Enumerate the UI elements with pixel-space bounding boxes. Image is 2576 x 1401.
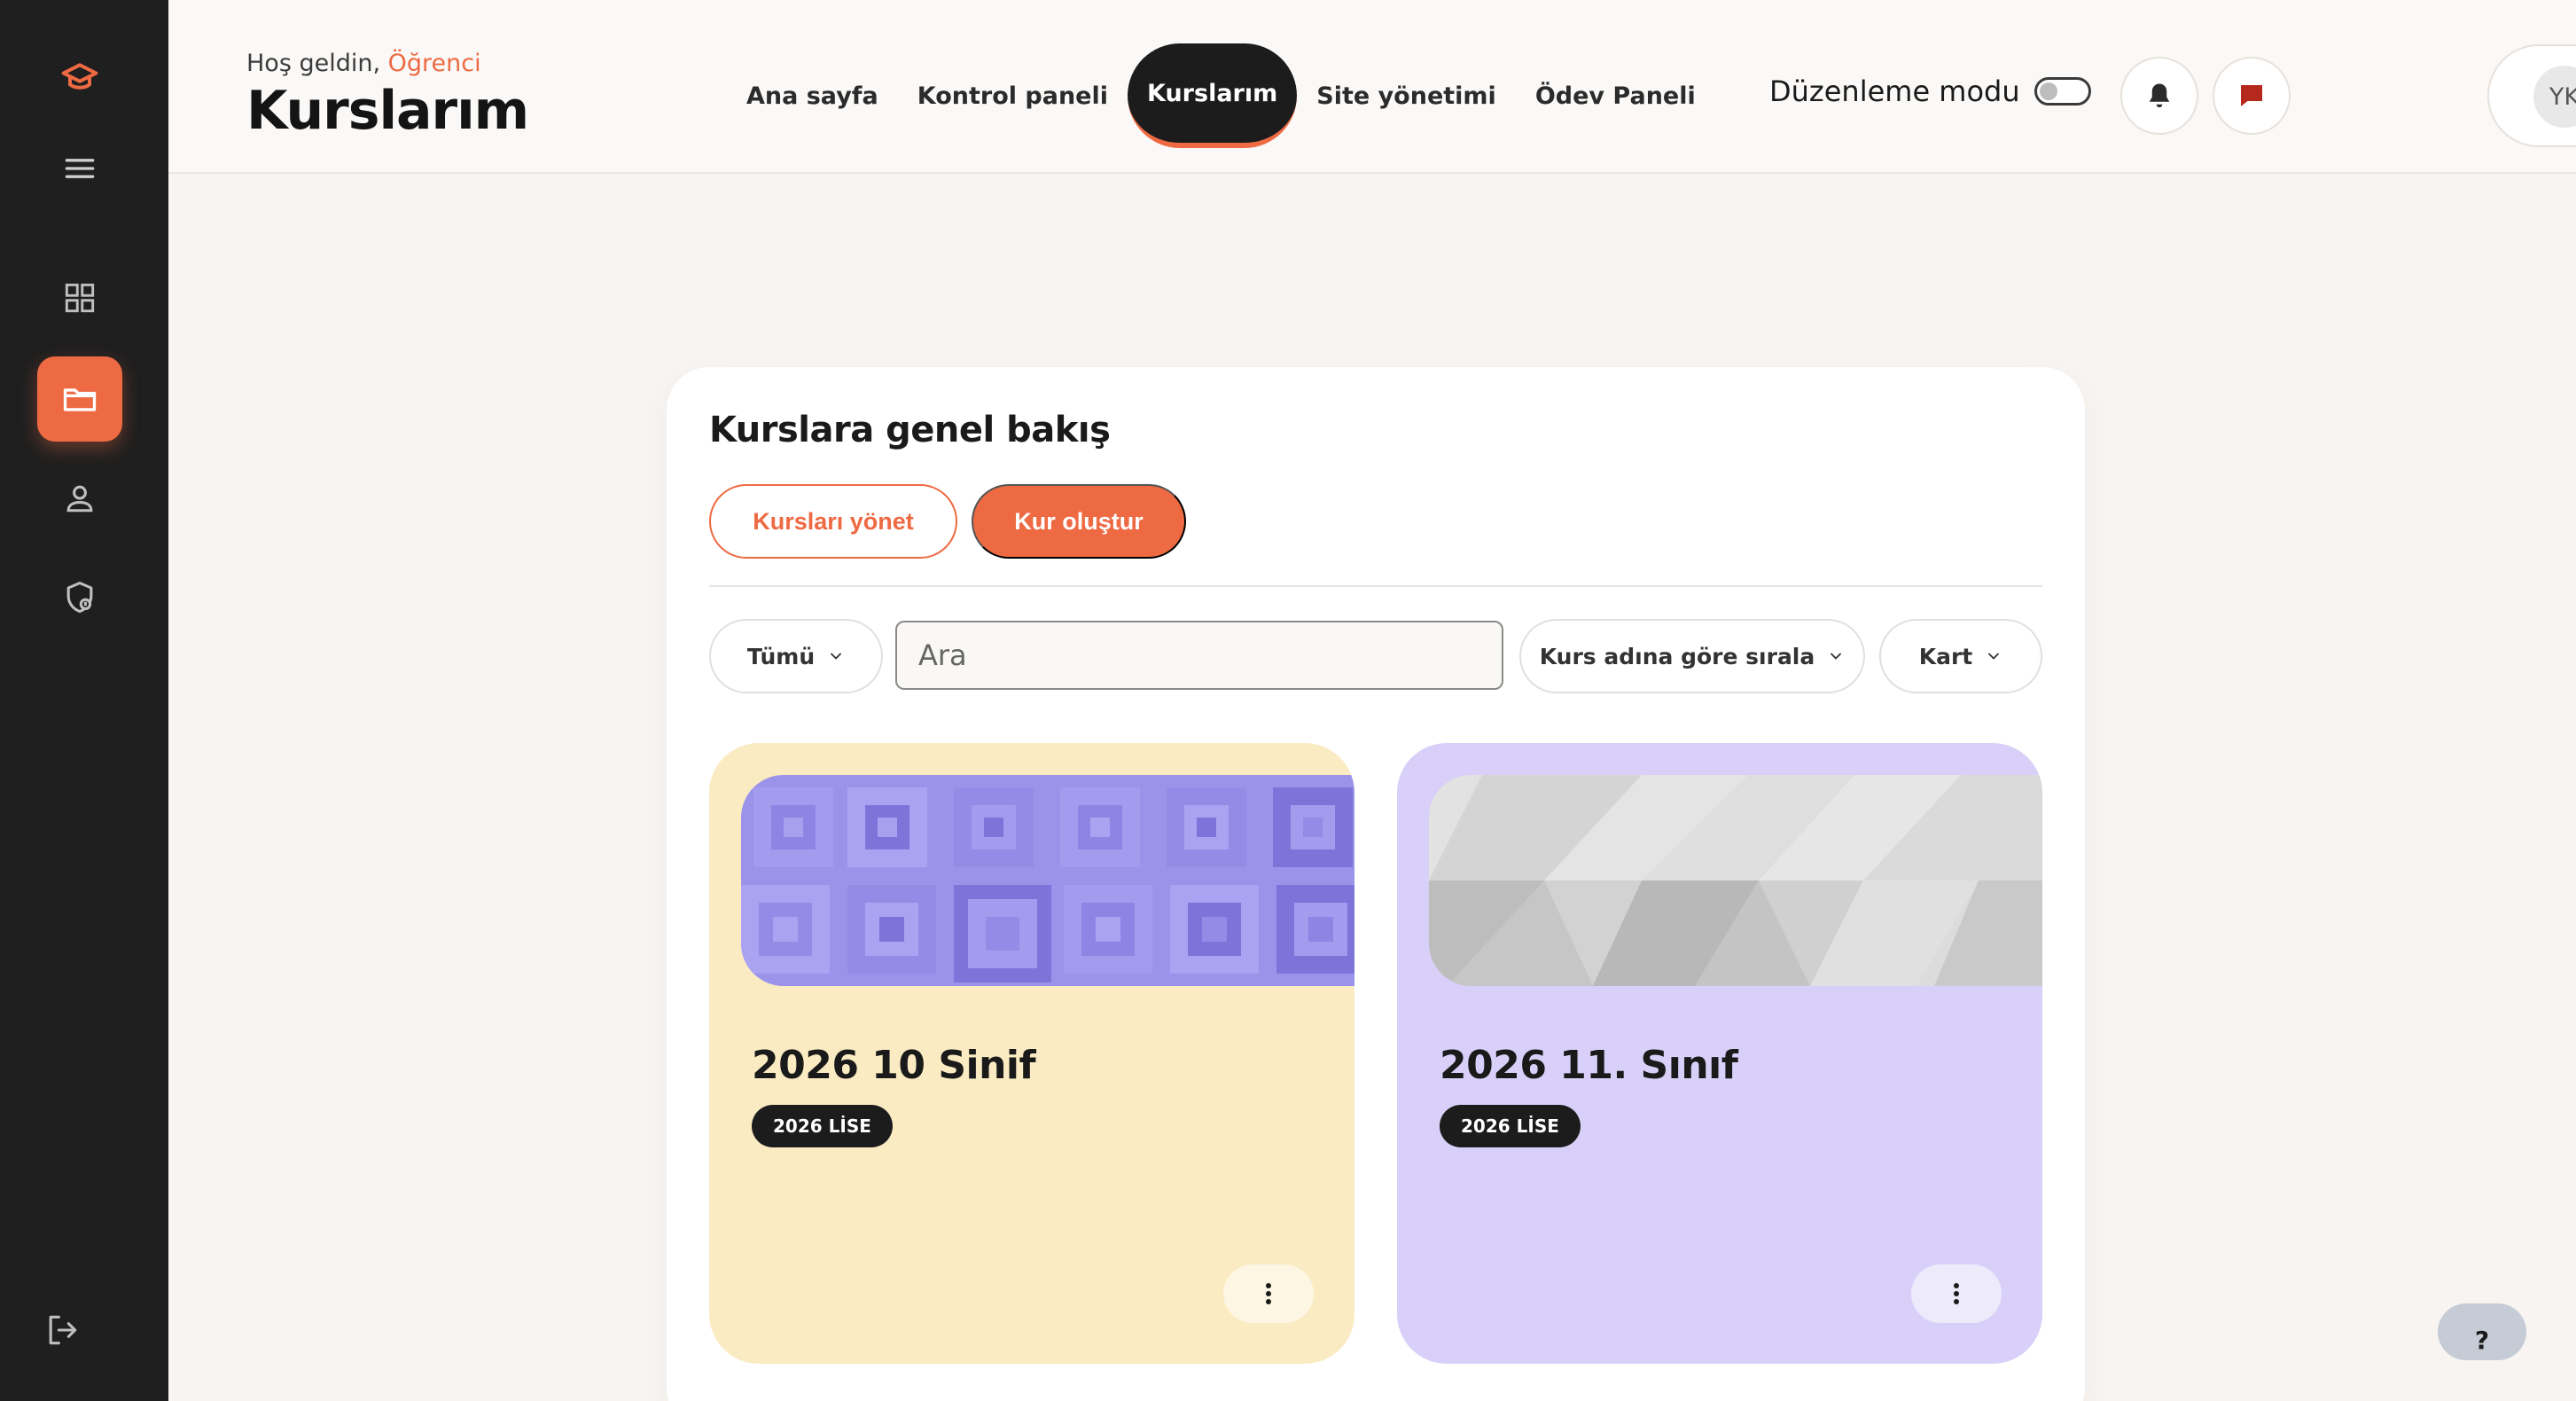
chevron-down-icon [831, 653, 842, 660]
logo-icon[interactable] [37, 35, 122, 121]
course-actions-button[interactable] [1911, 1264, 2002, 1323]
bell-icon [2149, 83, 2170, 108]
chat-icon [2241, 85, 2262, 106]
avatar: YK [2533, 66, 2576, 128]
messages-button[interactable] [2213, 57, 2291, 135]
divider [709, 585, 2042, 587]
folder-icon[interactable] [37, 356, 122, 442]
course-card[interactable]: 2026 11. Sınıf 2026 LİSE [1397, 743, 2042, 1364]
nav-assignment-panel[interactable]: Ödev Paneli [1516, 43, 1715, 148]
chevron-down-icon [1831, 653, 1842, 660]
edit-mode-toggle[interactable] [2033, 77, 2091, 106]
edit-mode-label: Düzenleme modu [1769, 74, 2020, 108]
nav-site-admin[interactable]: Site yönetimi [1297, 43, 1516, 148]
chevron-down-icon [1988, 653, 2000, 660]
notifications-button[interactable] [2120, 57, 2198, 135]
dashboard-icon[interactable] [37, 255, 122, 340]
welcome-text: Hoş geldin, Öğrenci [246, 50, 481, 77]
main-nav: Ana sayfa Kontrol paneli Kurslarım Site … [727, 43, 1715, 149]
help-button[interactable]: ? [2438, 1303, 2526, 1360]
search-input[interactable] [895, 621, 1503, 690]
nav-dashboard[interactable]: Kontrol paneli [898, 43, 1128, 148]
more-vertical-icon [1954, 1283, 1959, 1304]
create-course-button[interactable]: Kur oluştur [972, 484, 1186, 559]
edit-mode: Düzenleme modu [1769, 74, 2091, 108]
top-header: Hoş geldin, Öğrenci Kurslarım Ana sayfa … [168, 0, 2576, 174]
more-vertical-icon [1266, 1283, 1271, 1304]
shield-icon[interactable] [37, 555, 122, 640]
user-icon[interactable] [37, 456, 122, 541]
view-label: Kart [1918, 643, 1973, 669]
nav-my-courses[interactable]: Kurslarım [1128, 43, 1298, 148]
logout-icon[interactable] [20, 1288, 105, 1373]
manage-courses-button[interactable]: Kursları yönet [709, 484, 957, 559]
section-title: Kurslara genel bakış [709, 410, 1111, 450]
user-menu[interactable]: YK [2487, 44, 2576, 147]
course-title[interactable]: 2026 10 Sinif [752, 1043, 1036, 1088]
nav-home[interactable]: Ana sayfa [727, 43, 898, 148]
sidebar [0, 0, 168, 1401]
welcome-role: Öğrenci [387, 50, 481, 77]
sort-label: Kurs adına göre sırala [1539, 643, 1815, 669]
sort-dropdown[interactable]: Kurs adına göre sırala [1519, 619, 1865, 693]
course-overview-card: Kurslara genel bakış Kursları yönet Kur … [667, 367, 2085, 1401]
course-image [741, 775, 1354, 986]
course-category-badge: 2026 LİSE [1440, 1105, 1581, 1147]
view-dropdown[interactable]: Kart [1879, 619, 2042, 693]
course-actions-button[interactable] [1223, 1264, 1314, 1323]
course-card[interactable]: 2026 10 Sinif 2026 LİSE [709, 743, 1354, 1364]
filter-label: Tümü [746, 643, 816, 669]
course-title[interactable]: 2026 11. Sınıf [1440, 1043, 1738, 1088]
welcome-prefix: Hoş geldin, [246, 50, 381, 77]
menu-icon[interactable] [37, 126, 122, 211]
filter-dropdown[interactable]: Tümü [709, 619, 883, 693]
course-image [1429, 775, 2042, 986]
page-title: Kurslarım [246, 80, 529, 142]
course-category-badge: 2026 LİSE [752, 1105, 893, 1147]
